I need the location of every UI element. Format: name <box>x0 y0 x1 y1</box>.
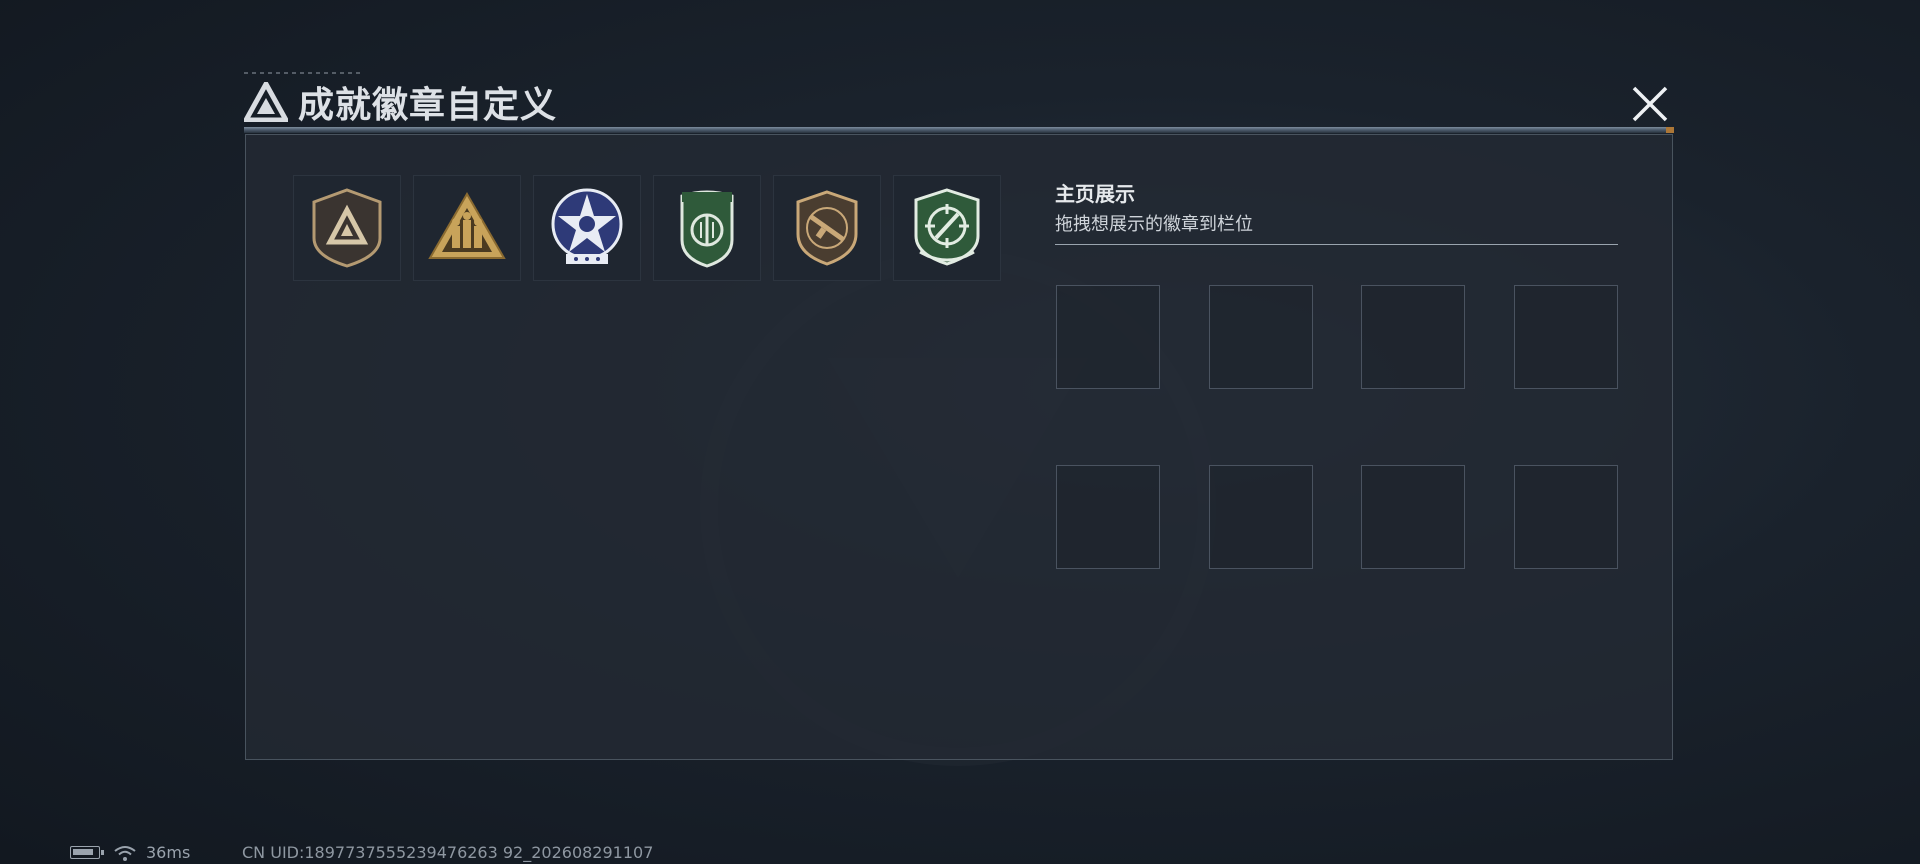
showcase-title: 主页展示 <box>1055 182 1135 206</box>
badge-list <box>293 175 1001 281</box>
delta-shield-badge-icon <box>312 188 382 268</box>
status-bar: 36ms <box>70 843 190 862</box>
delta-triangle-logo-icon <box>244 82 288 122</box>
title-decoration <box>244 72 364 74</box>
green-shield-badge-icon <box>680 190 734 268</box>
wifi-icon <box>114 845 136 861</box>
badge-item[interactable] <box>893 175 1001 281</box>
header-divider <box>244 127 1674 133</box>
title-bar: 成就徽章自定义 <box>244 76 557 128</box>
crosshair-shield-badge-icon <box>914 188 980 266</box>
showcase-slot[interactable] <box>1514 465 1618 569</box>
showcase-slot[interactable] <box>1209 285 1313 389</box>
showcase-slot[interactable] <box>1361 285 1465 389</box>
badge-item[interactable] <box>413 175 521 281</box>
badge-item[interactable] <box>773 175 881 281</box>
badge-item[interactable] <box>653 175 761 281</box>
showcase-slot[interactable] <box>1209 465 1313 569</box>
close-icon <box>1632 86 1668 122</box>
ping-value: 36ms <box>146 843 191 862</box>
showcase-divider <box>1055 244 1618 245</box>
showcase-slot[interactable] <box>1056 285 1160 389</box>
badge-item[interactable] <box>533 175 641 281</box>
close-button[interactable] <box>1628 82 1672 126</box>
showcase-subtitle: 拖拽想展示的徽章到栏位 <box>1055 214 1253 235</box>
badge-item[interactable] <box>293 175 401 281</box>
showcase-slot[interactable] <box>1514 285 1618 389</box>
showcase-slot[interactable] <box>1361 465 1465 569</box>
rifle-shield-badge-icon <box>796 190 858 266</box>
battery-icon <box>70 846 104 859</box>
page-title: 成就徽章自定义 <box>298 85 558 126</box>
user-uid: CN UID:1897737555239476263 92_2026082911… <box>242 843 654 862</box>
squad-triangle-badge-icon <box>428 192 506 259</box>
star-emblem-badge-icon <box>551 188 623 264</box>
showcase-slot[interactable] <box>1056 465 1160 569</box>
